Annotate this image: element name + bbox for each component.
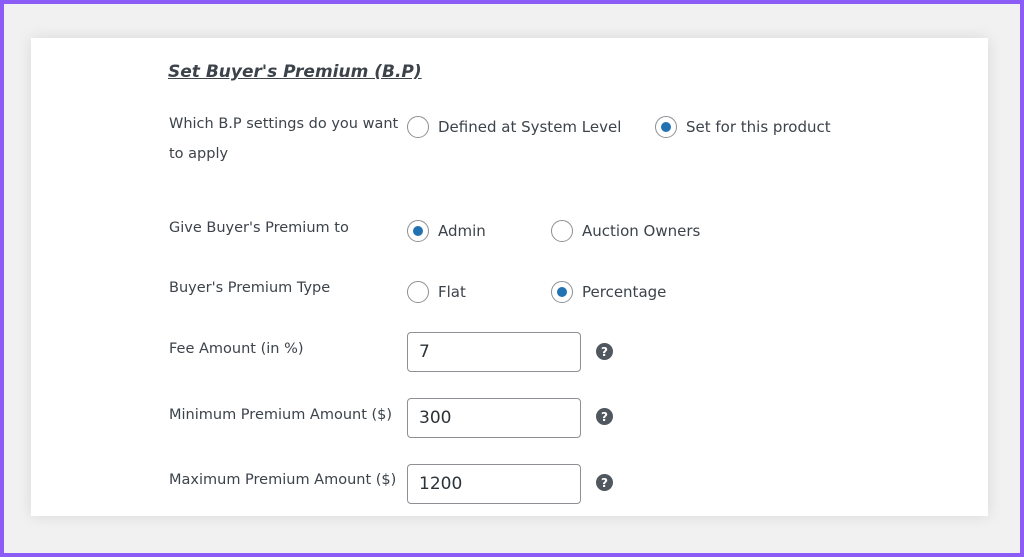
radio-label-percentage: Percentage: [582, 283, 667, 301]
settings-label-line1: Which B.P settings do you want: [169, 116, 399, 132]
radio-flat[interactable]: Flat: [407, 281, 466, 303]
radio-admin[interactable]: Admin: [407, 220, 486, 242]
radio-circle-percentage[interactable]: [551, 281, 573, 303]
max-amount-help-icon[interactable]: ?: [596, 474, 613, 491]
min-amount-label: Minimum Premium Amount ($): [169, 407, 393, 423]
give-to-label: Give Buyer's Premium to: [169, 220, 349, 236]
radio-system-level[interactable]: Defined at System Level: [407, 116, 621, 138]
type-label: Buyer's Premium Type: [169, 280, 331, 296]
max-amount-input[interactable]: [407, 464, 581, 504]
radio-label-auction-owners: Auction Owners: [582, 222, 701, 240]
radio-label-system-level: Defined at System Level: [438, 118, 622, 136]
min-amount-help-icon[interactable]: ?: [596, 408, 613, 425]
radio-percentage[interactable]: Percentage: [551, 281, 666, 303]
radio-label-this-product: Set for this product: [686, 118, 831, 136]
radio-label-admin: Admin: [438, 222, 486, 240]
radio-auction-owners[interactable]: Auction Owners: [551, 220, 700, 242]
section-title: Set Buyer's Premium (B.P): [168, 62, 422, 82]
radio-circle-system-level[interactable]: [407, 116, 429, 138]
radio-circle-auction-owners[interactable]: [551, 220, 573, 242]
radio-this-product[interactable]: Set for this product: [655, 116, 831, 138]
max-amount-label: Maximum Premium Amount ($): [169, 472, 397, 488]
radio-circle-this-product[interactable]: [655, 116, 677, 138]
radio-circle-admin[interactable]: [407, 220, 429, 242]
fee-amount-help-icon[interactable]: ?: [596, 343, 613, 360]
settings-label: Which B.P settings do you want to apply: [169, 109, 398, 169]
radio-circle-flat[interactable]: [407, 281, 429, 303]
fee-amount-input[interactable]: [407, 332, 581, 372]
radio-label-flat: Flat: [438, 283, 466, 301]
min-amount-input[interactable]: [407, 398, 581, 438]
fee-amount-label: Fee Amount (in %): [169, 341, 304, 357]
settings-label-line2: to apply: [169, 146, 229, 162]
